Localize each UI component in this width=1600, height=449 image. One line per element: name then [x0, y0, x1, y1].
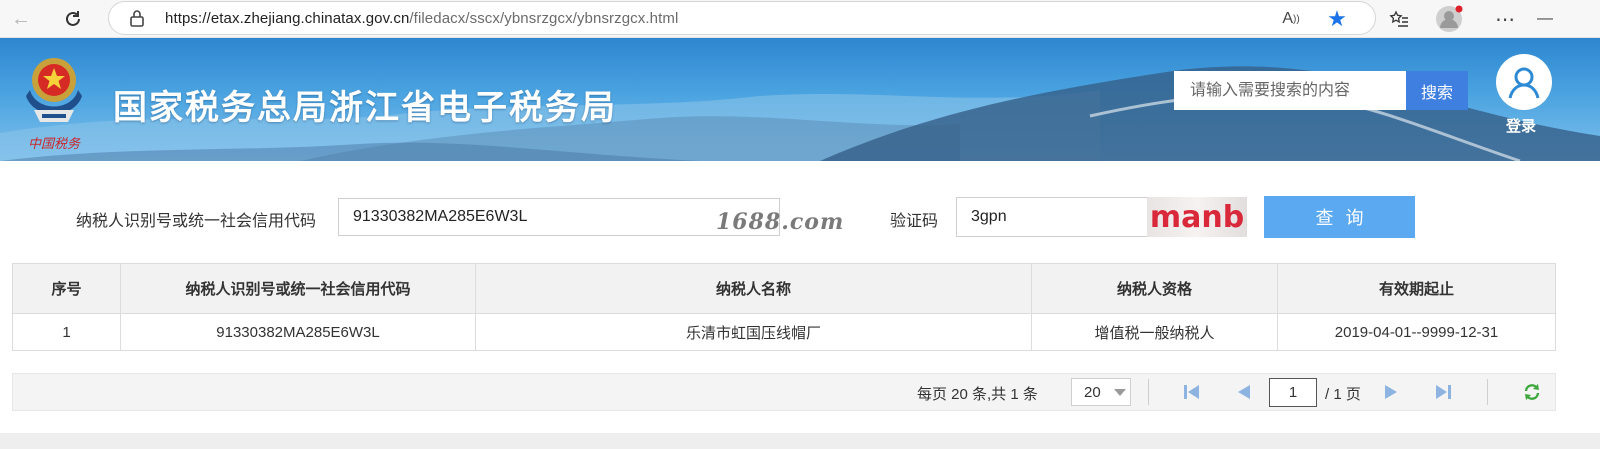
first-page-icon[interactable]	[1181, 381, 1203, 403]
more-options-icon[interactable]: ⋯	[1490, 4, 1520, 34]
read-aloud-icon[interactable]: A))	[1276, 4, 1306, 34]
reload-icon[interactable]	[58, 4, 88, 34]
table-header-row: 序号 纳税人识别号或统一社会信用代码 纳税人名称 纳税人资格 有效期起止	[12, 263, 1556, 314]
query-button[interactable]: 查询	[1264, 196, 1415, 238]
results-table: 序号 纳税人识别号或统一社会信用代码 纳税人名称 纳税人资格 有效期起止 1 9…	[12, 263, 1556, 351]
page-size-value: 20	[1084, 383, 1101, 401]
site-title: 国家税务总局浙江省电子税务局	[113, 89, 617, 127]
back-arrow-icon[interactable]: ←	[6, 4, 36, 34]
column-header-taxpayer-id: 纳税人识别号或统一社会信用代码	[120, 263, 476, 314]
cell-taxpayer-id: 91330382MA285E6W3L	[120, 313, 476, 351]
watermark-text: 1688.com	[716, 209, 845, 235]
captcha-image-text: manb	[1149, 199, 1245, 235]
pagination-bar: 每页 20 条,共 1 条 20 1 / 1 页	[12, 373, 1556, 411]
url-path: /filedacx/sscx/ybnsrzgcx/ybnsrzgcx.html	[409, 10, 679, 27]
column-header-index: 序号	[12, 263, 121, 314]
login-user-icon[interactable]	[1496, 54, 1552, 110]
url-text: https://etax.zhejiang.chinatax.gov.cn/fi…	[165, 10, 678, 27]
captcha-value: 3gpn	[971, 208, 1007, 225]
site-search-button[interactable]: 搜索	[1406, 71, 1468, 110]
page-size-select[interactable]: 20	[1071, 378, 1131, 406]
site-search-input[interactable]	[1174, 71, 1406, 110]
refresh-icon[interactable]	[1521, 381, 1543, 403]
cell-validity: 2019-04-01--9999-12-31	[1277, 313, 1556, 351]
pager-divider	[1148, 379, 1149, 405]
captcha-input[interactable]: 3gpn	[956, 197, 1148, 237]
favorite-star-icon[interactable]: ★	[1322, 4, 1352, 34]
lock-icon[interactable]	[129, 9, 145, 32]
profile-avatar-icon[interactable]	[1434, 4, 1464, 34]
favorites-list-icon[interactable]	[1384, 4, 1414, 34]
minimize-icon[interactable]: —	[1530, 4, 1560, 34]
url-host: https://etax.zhejiang.chinatax.gov.cn	[165, 10, 410, 27]
last-page-icon[interactable]	[1432, 381, 1454, 403]
taxpayer-id-input[interactable]: 91330382MA285E6W3L	[338, 198, 780, 236]
dropdown-arrow-icon	[1114, 389, 1126, 396]
table-row[interactable]: 1 91330382MA285E6W3L 乐清市虹国压线帽厂 增值税一般纳税人 …	[12, 313, 1556, 351]
login-link[interactable]: 登录	[1506, 115, 1536, 136]
captcha-label: 验证码	[890, 213, 939, 230]
previous-page-icon[interactable]	[1233, 381, 1255, 403]
taxpayer-id-value: 91330382MA285E6W3L	[353, 208, 528, 225]
browser-toolbar: ← https://etax.zhejiang.chinatax.gov.cn/…	[0, 0, 1600, 38]
captcha-image[interactable]: manb	[1147, 197, 1247, 237]
address-bar[interactable]: https://etax.zhejiang.chinatax.gov.cn/fi…	[108, 1, 1376, 35]
cell-taxpayer-name: 乐清市虹国压线帽厂	[475, 313, 1032, 351]
column-header-validity: 有效期起止	[1277, 263, 1556, 314]
tax-emblem-icon: 中国税务	[26, 58, 82, 152]
site-banner: 中国税务 国家税务总局浙江省电子税务局 搜索 登录	[0, 38, 1600, 161]
current-page-input[interactable]: 1	[1269, 378, 1317, 407]
cell-index: 1	[12, 313, 121, 351]
bottom-strip	[0, 433, 1600, 449]
column-header-qualification: 纳税人资格	[1031, 263, 1278, 314]
pagination-summary: 每页 20 条,共 1 条	[917, 386, 1038, 403]
cell-qualification: 增值税一般纳税人	[1031, 313, 1278, 351]
pager-divider	[1487, 379, 1488, 405]
emblem-caption: 中国税务	[28, 137, 81, 152]
taxpayer-id-label: 纳税人识别号或统一社会信用代码	[76, 213, 317, 230]
column-header-taxpayer-name: 纳税人名称	[475, 263, 1032, 314]
total-pages: / 1 页	[1325, 386, 1361, 403]
next-page-icon[interactable]	[1380, 381, 1402, 403]
